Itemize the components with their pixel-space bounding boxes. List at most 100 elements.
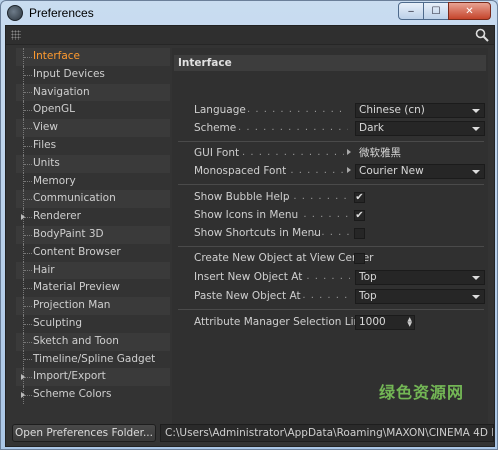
sidebar-item-label: Sculpting — [33, 316, 83, 329]
settings-panel: Interface Language . . . . . . . . . . .… — [172, 48, 488, 439]
create-center-row: Create New Object at View Center — [172, 250, 488, 268]
sidebar-item-label: Navigation — [33, 85, 90, 98]
paste-at-dropdown[interactable]: Top — [355, 289, 485, 304]
language-dropdown[interactable]: Chinese (cn) — [355, 103, 485, 118]
tree-connector — [23, 101, 33, 120]
paste-at-label: Paste New Object At — [194, 290, 301, 302]
tree-connector — [23, 119, 33, 137]
expand-arrow-icon[interactable] — [21, 214, 25, 221]
tree-connector — [23, 65, 33, 84]
sidebar-item[interactable]: Communication — [16, 190, 170, 209]
sidebar-item-label: View — [33, 121, 58, 134]
tree-connector — [23, 279, 33, 298]
expand-arrow-icon[interactable] — [21, 392, 25, 399]
language-row: Language . . . . . . . . . . . . . . . .… — [172, 102, 488, 120]
separator — [178, 141, 484, 142]
chevron-down-icon — [472, 109, 480, 113]
footer-bar: Open Preferences Folder... C:\Users\Admi… — [6, 424, 494, 446]
sidebar-item[interactable]: Material Preview — [16, 279, 170, 298]
watermark-logo: 绿色资源网 — [379, 383, 465, 402]
chevron-down-icon — [472, 170, 480, 174]
sidebar-item[interactable]: Content Browser — [16, 243, 170, 262]
sidebar-item[interactable]: View — [16, 119, 170, 137]
tree-connector — [23, 297, 33, 315]
scheme-row: Scheme . . . . . . . . . . . . . . . . .… — [172, 120, 488, 138]
separator — [178, 246, 484, 247]
expand-arrow-icon[interactable] — [347, 167, 351, 173]
scheme-dropdown[interactable]: Dark — [355, 121, 485, 136]
preferences-path-field[interactable]: C:\Users\Administrator\AppData\Roaming\M… — [160, 424, 494, 442]
shortcuts-menu-row: Show Shortcuts in Menu . . . . . . — [172, 225, 488, 243]
sidebar-item[interactable]: Scheme Colors — [16, 386, 170, 404]
sidebar-item-label: Projection Man — [33, 299, 111, 312]
separator — [178, 184, 484, 185]
sidebar-item-label: Hair — [33, 263, 55, 276]
mono-font-row: Monospaced Font . . . . . . . . . . Cour… — [172, 163, 488, 181]
sidebar-item[interactable]: Units — [16, 154, 170, 173]
sidebar-item-label: Sketch and Toon — [33, 334, 119, 347]
sidebar-item-label: Timeline/Spline Gadget — [33, 352, 156, 365]
gui-font-label: GUI Font — [194, 147, 240, 159]
sidebar-item[interactable]: Timeline/Spline Gadget — [16, 350, 170, 369]
sidebar-item-label: Input Devices — [33, 67, 105, 80]
search-icon[interactable] — [475, 28, 489, 42]
sidebar-item[interactable]: Input Devices — [16, 65, 170, 84]
tree-connector — [23, 243, 33, 262]
attr-limit-value: 1000 — [359, 316, 386, 328]
tree-connector — [23, 314, 33, 333]
window-title: Preferences — [29, 6, 94, 20]
title-bar[interactable]: Preferences ‒ ☐ ✕ — [1, 1, 497, 25]
tree-connector — [23, 154, 33, 173]
sidebar-item[interactable]: Sculpting — [16, 314, 170, 333]
bubble-help-label: Show Bubble Help — [194, 191, 290, 203]
shortcuts-menu-checkbox[interactable] — [354, 228, 365, 239]
sidebar-item[interactable]: Interface — [16, 48, 170, 66]
sidebar-item-label: Renderer — [33, 210, 81, 223]
close-button[interactable]: ✕ — [448, 2, 491, 20]
sidebar-item-label: Material Preview — [33, 281, 120, 294]
top-strip — [6, 26, 494, 45]
leader-dots: . . . . . . . . . . . . . . . . . . — [238, 122, 348, 133]
tree-connector — [23, 225, 33, 244]
sidebar-item[interactable]: Renderer — [16, 208, 170, 226]
sidebar-item[interactable]: Navigation — [16, 83, 170, 102]
stepper-icon[interactable]: ▲ ▼ — [407, 317, 412, 328]
gui-font-row: GUI Font . . . . . . . . . . . . . . . .… — [172, 145, 488, 163]
sidebar-item[interactable]: OpenGL — [16, 101, 170, 120]
sidebar-item-label: Import/Export — [33, 370, 106, 383]
expand-arrow-icon[interactable] — [347, 149, 351, 155]
sidebar-item[interactable]: BodyPaint 3D — [16, 225, 170, 244]
sidebar-item[interactable]: Hair — [16, 261, 170, 280]
bubble-help-checkbox[interactable]: ✔ — [354, 192, 365, 203]
scheme-label: Scheme — [194, 122, 237, 134]
mono-font-dropdown[interactable]: Courier New — [355, 164, 485, 179]
open-preferences-folder-button[interactable]: Open Preferences Folder... — [12, 424, 156, 442]
icons-menu-checkbox[interactable]: ✔ — [354, 210, 365, 221]
gui-font-field[interactable]: 微软雅黑 — [355, 146, 485, 161]
sidebar-item[interactable]: Files — [16, 136, 170, 155]
leader-dots: . . . . . . . . . . — [285, 191, 349, 202]
sidebar-item[interactable]: Projection Man — [16, 297, 170, 315]
grip-icon[interactable] — [11, 30, 21, 40]
minimize-button[interactable]: ‒ — [398, 2, 424, 20]
sidebar-item-label: OpenGL — [33, 103, 76, 116]
icons-menu-row: Show Icons in Menu . . . . . . . . . ✔ — [172, 207, 488, 225]
language-value: Chinese (cn) — [359, 104, 425, 116]
attr-limit-label: Attribute Manager Selection Limit — [194, 316, 371, 328]
sidebar-item[interactable]: Memory — [16, 172, 170, 191]
tree-connector — [23, 83, 33, 102]
tree-connector — [23, 190, 33, 209]
maximize-button[interactable]: ☐ — [423, 2, 449, 20]
sidebar-item-label: Scheme Colors — [33, 388, 112, 401]
sidebar-item-label: Interface — [33, 50, 81, 62]
create-center-checkbox[interactable] — [354, 253, 365, 264]
expand-arrow-icon[interactable] — [21, 374, 25, 381]
sidebar-item[interactable]: Sketch and Toon — [16, 332, 170, 351]
sidebar-item[interactable]: Import/Export — [16, 368, 170, 387]
attr-limit-row: Attribute Manager Selection Limit 1000 ▲… — [172, 314, 488, 332]
bubble-help-row: Show Bubble Help . . . . . . . . . . ✔ — [172, 189, 488, 207]
insert-at-dropdown[interactable]: Top — [355, 270, 485, 285]
attr-limit-field[interactable]: 1000 ▲ ▼ — [355, 315, 415, 330]
tree-connector — [23, 136, 33, 155]
window-controls: ‒ ☐ ✕ — [398, 2, 491, 20]
